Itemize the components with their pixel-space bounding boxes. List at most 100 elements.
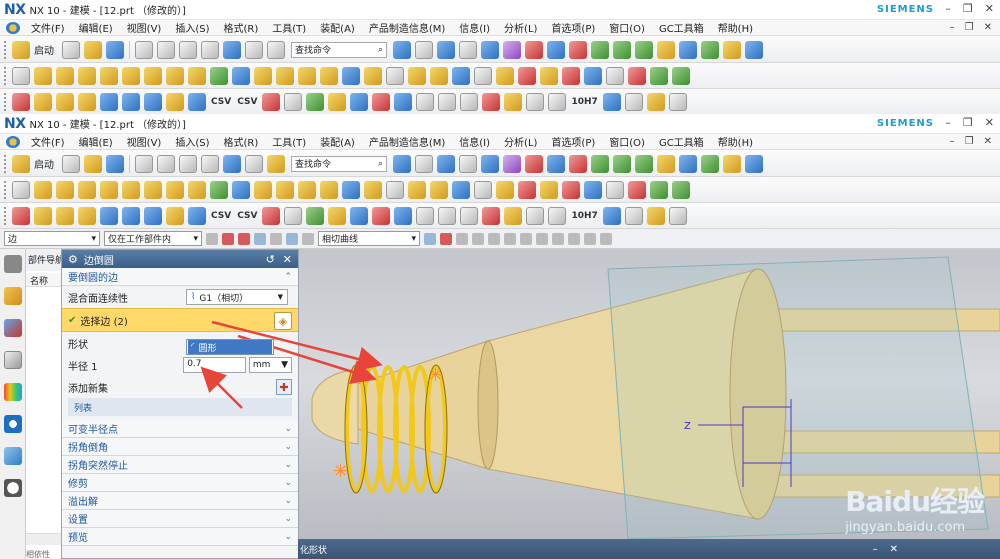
assembly-icon[interactable] [591, 40, 609, 59]
menu-edit-2[interactable]: 编辑(E) [72, 134, 120, 149]
type-filter-dropdown[interactable]: 边 ▾ [4, 231, 100, 246]
part-family-icon[interactable] [122, 92, 140, 111]
close-icon[interactable]: ✕ [283, 253, 292, 266]
undo-icon-2[interactable] [223, 154, 241, 173]
add-new-set-button[interactable]: ✚ [276, 379, 292, 395]
render-icon-2[interactable] [745, 154, 763, 173]
edge-select-cube-icon[interactable]: ◈ [274, 312, 292, 330]
through-curves-icon[interactable] [606, 66, 624, 85]
shape-dropdown-popup[interactable]: ◜ 圆形 [186, 339, 274, 355]
revolve-icon-2[interactable] [56, 180, 74, 199]
layer-visible-icon[interactable] [635, 40, 653, 59]
dimension-icon[interactable] [569, 40, 587, 59]
repeat-command-icon-2[interactable] [267, 154, 285, 173]
export-csv-button-2[interactable]: CSV [211, 211, 231, 221]
menu-assembly-2[interactable]: 装配(A) [313, 134, 362, 149]
snap-existing-icon[interactable] [552, 232, 564, 245]
section-view-icon[interactable] [416, 92, 435, 111]
sphere-measure-icon[interactable] [328, 92, 347, 111]
unite-icon-2[interactable] [166, 180, 184, 199]
weld-icon-2[interactable] [34, 206, 52, 225]
mold-icon[interactable] [100, 92, 118, 111]
layer-settings-icon-2[interactable] [613, 154, 631, 173]
snap-midpoint-icon[interactable] [472, 232, 484, 245]
snap-point-icon-2[interactable] [503, 154, 521, 173]
extrude-icon-2[interactable] [34, 180, 52, 199]
boss-icon-2[interactable] [100, 180, 118, 199]
snap-intersection-icon[interactable] [504, 232, 516, 245]
mirror-icon[interactable] [232, 66, 250, 85]
intersect-icon[interactable] [210, 66, 228, 85]
open-folder-icon-2[interactable] [84, 154, 102, 173]
offset-face-icon[interactable] [386, 66, 404, 85]
snap-point-icon[interactable] [503, 40, 521, 59]
tolerance-button-2[interactable]: 10H7 [571, 211, 597, 221]
sphere-icon[interactable] [496, 66, 514, 85]
doc-close-button[interactable]: ✕ [984, 22, 992, 33]
history-clock-icon[interactable] [4, 479, 22, 497]
fit-view-icon[interactable] [393, 40, 411, 59]
check-mate-icon[interactable] [306, 92, 325, 111]
sketch-icon[interactable] [12, 66, 30, 85]
snap-endpoint-icon[interactable] [456, 232, 468, 245]
doc-close-button-2[interactable]: ✕ [984, 136, 992, 147]
spool-icon-2[interactable] [646, 206, 665, 225]
pmi-note-icon[interactable] [350, 92, 369, 111]
extrude-icon[interactable] [34, 66, 52, 85]
menu-tools-2[interactable]: 工具(T) [265, 134, 313, 149]
snap-on-face-icon[interactable] [584, 232, 596, 245]
mirror-icon-2[interactable] [232, 180, 250, 199]
triangle-icon-2[interactable] [460, 206, 479, 225]
snap-bounded-icon[interactable] [600, 232, 612, 245]
wrench-icon[interactable] [723, 40, 741, 59]
menu-view-2[interactable]: 视图(V) [120, 134, 169, 149]
wrench-icon-2[interactable] [723, 154, 741, 173]
menu-insert[interactable]: 插入(S) [168, 20, 216, 35]
cam-tree-icon[interactable] [504, 92, 523, 111]
menu-preferences[interactable]: 首选项(P) [544, 20, 602, 35]
snap-center-icon[interactable] [520, 232, 532, 245]
menu-view[interactable]: 视图(V) [120, 20, 169, 35]
menu-pmi-2[interactable]: 产品制造信息(M) [362, 134, 452, 149]
menu-assembly[interactable]: 装配(A) [313, 20, 362, 35]
nx-menu-icon-2[interactable] [6, 135, 20, 148]
new-file-icon[interactable] [62, 40, 80, 59]
section-stop-short[interactable]: 拐角突然停止 ⌄ [62, 456, 298, 474]
datum-plane-icon[interactable] [144, 66, 162, 85]
menu-insert-2[interactable]: 插入(S) [168, 134, 216, 149]
snap-quadrant-icon[interactable] [536, 232, 548, 245]
bounded-plane-icon[interactable] [628, 66, 646, 85]
mold-icon-2[interactable] [100, 206, 118, 225]
chamfer-icon-2[interactable] [298, 180, 316, 199]
name-column-header[interactable]: 名称 [26, 273, 61, 287]
copy-icon-2[interactable] [157, 154, 175, 173]
assembly-icon-2[interactable] [591, 154, 609, 173]
menu-preferences-2[interactable]: 首选项(P) [544, 134, 602, 149]
body-select-icon[interactable] [302, 232, 314, 245]
gear-icon[interactable]: ⚙ [68, 253, 78, 266]
menu-info[interactable]: 信息(I) [452, 20, 497, 35]
follow-fillet-icon[interactable] [440, 232, 452, 245]
measure-distance-icon[interactable] [547, 40, 565, 59]
patch-icon-2[interactable] [650, 180, 668, 199]
menu-format-2[interactable]: 格式(R) [217, 134, 266, 149]
dependencies-header[interactable]: 相依性 [26, 549, 62, 559]
sweep-icon-2[interactable] [452, 180, 470, 199]
subtract-icon-2[interactable] [188, 180, 206, 199]
section-settings[interactable]: 设置 ⌄ [62, 510, 298, 528]
assembly-navigator-icon[interactable] [4, 287, 22, 305]
block-icon-2[interactable] [540, 180, 558, 199]
layer-settings-icon[interactable] [613, 40, 631, 59]
surface-icon-2[interactable] [672, 180, 690, 199]
pen-icon-2[interactable] [624, 206, 643, 225]
battery-icon-2[interactable] [602, 206, 621, 225]
pattern-feature-icon-2[interactable] [518, 180, 536, 199]
doc-restore-button[interactable]: ❐ [965, 22, 974, 33]
section-edges-to-blend[interactable]: 要倒圆的边 ⌃ [62, 268, 298, 286]
settings-gear-icon[interactable] [4, 255, 22, 273]
menu-edit[interactable]: 编辑(E) [72, 20, 120, 35]
stop-at-intersection-icon[interactable] [424, 232, 436, 245]
unite-icon[interactable] [166, 66, 184, 85]
tool-icon[interactable] [657, 40, 675, 59]
import-csv-button[interactable]: CSV [237, 97, 257, 107]
